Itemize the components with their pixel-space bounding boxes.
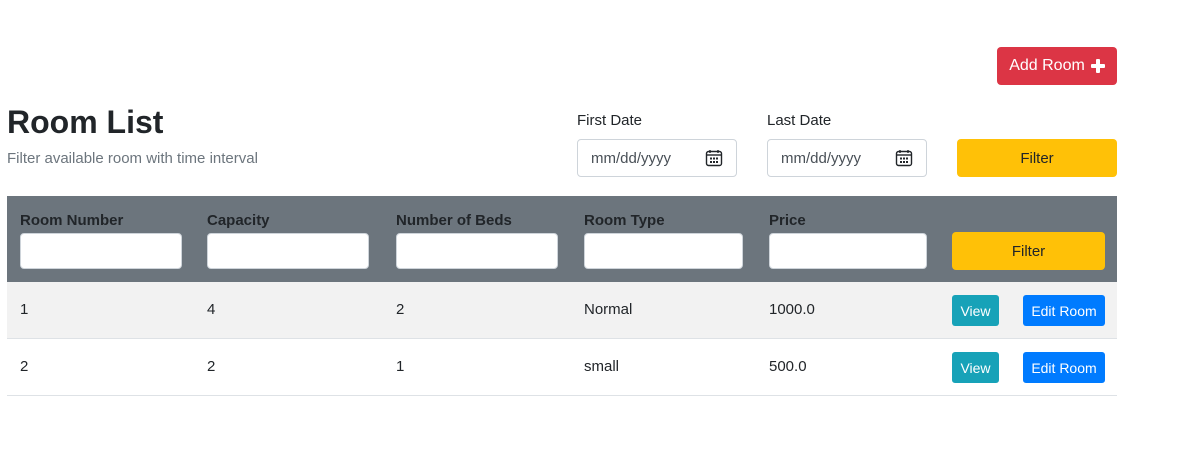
last-date-placeholder: mm/dd/yyyy	[781, 149, 862, 167]
table-header: Room Number Capacity Number of Beds Room…	[7, 196, 1117, 282]
column-label-capacity: Capacity	[207, 212, 270, 229]
room-type-filter-input[interactable]	[584, 233, 743, 269]
table-row: 1 4 2 Normal 1000.0 View Edit Room	[7, 282, 1117, 339]
cell-room-type: Normal	[584, 301, 633, 318]
page-title: Room List	[7, 104, 164, 140]
cell-room-number: 1	[20, 301, 29, 318]
first-date-placeholder: mm/dd/yyyy	[591, 149, 672, 167]
price-filter-input[interactable]	[769, 233, 927, 269]
cell-price: 1000.0	[769, 301, 815, 318]
cell-beds: 1	[396, 358, 405, 375]
column-label-price: Price	[769, 212, 806, 229]
first-date-label: First Date	[577, 112, 643, 129]
view-button[interactable]: View	[952, 295, 999, 326]
cell-beds: 2	[396, 301, 405, 318]
column-capacity: Capacity	[207, 212, 369, 269]
table-filter-button[interactable]: Filter	[952, 232, 1105, 270]
calendar-icon[interactable]	[705, 149, 723, 167]
first-date-group: First Date mm/dd/yyyy	[577, 112, 737, 177]
rooms-table: Room Number Capacity Number of Beds Room…	[7, 196, 1117, 396]
beds-filter-input[interactable]	[396, 233, 558, 269]
room-number-filter-input[interactable]	[20, 233, 182, 269]
room-list-page: Add Room Room List Filter available room…	[0, 0, 1204, 459]
table-row: 2 2 1 small 500.0 View Edit Room	[7, 339, 1117, 396]
date-filter-button[interactable]: Filter	[957, 139, 1117, 177]
add-room-button[interactable]: Add Room	[997, 47, 1117, 85]
edit-room-button[interactable]: Edit Room	[1023, 295, 1105, 326]
column-beds: Number of Beds	[396, 212, 558, 269]
cell-room-type: small	[584, 358, 620, 375]
column-label-room-type: Room Type	[584, 212, 665, 229]
view-button[interactable]: View	[952, 352, 999, 383]
capacity-filter-input[interactable]	[207, 233, 369, 269]
last-date-input[interactable]: mm/dd/yyyy	[767, 139, 927, 177]
add-room-label: Add Room	[1009, 57, 1085, 74]
page-subtitle: Filter available room with time interval	[7, 150, 258, 167]
cell-capacity: 4	[207, 301, 216, 318]
cell-capacity: 2	[207, 358, 216, 375]
column-price: Price	[769, 212, 927, 269]
column-room-number: Room Number	[20, 212, 182, 269]
plus-icon	[1090, 59, 1105, 73]
cell-price: 500.0	[769, 358, 807, 375]
column-room-type: Room Type	[584, 212, 743, 269]
first-date-input[interactable]: mm/dd/yyyy	[577, 139, 737, 177]
last-date-group: Last Date mm/dd/yyyy	[767, 112, 927, 177]
calendar-icon[interactable]	[895, 149, 913, 167]
last-date-label: Last Date	[767, 112, 832, 129]
column-label-beds: Number of Beds	[396, 212, 512, 229]
column-label-room-number: Room Number	[20, 212, 124, 229]
cell-room-number: 2	[20, 358, 29, 375]
edit-room-button[interactable]: Edit Room	[1023, 352, 1105, 383]
